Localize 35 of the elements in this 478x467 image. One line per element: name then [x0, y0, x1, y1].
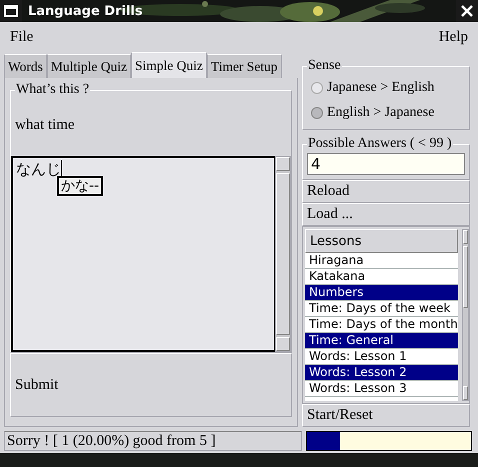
submit-button[interactable]: Submit: [10, 353, 292, 417]
lesson-item[interactable]: Time: Days of the week: [305, 301, 458, 317]
radio-label: English > Japanese: [327, 104, 434, 120]
lesson-item[interactable]: Time: General: [305, 333, 458, 349]
tab[interactable]: Timer Setup: [206, 54, 282, 78]
question-text: what time: [14, 116, 76, 135]
answers-count-field[interactable]: 4: [307, 153, 465, 175]
close-icon[interactable]: [461, 5, 473, 17]
list-header: Lessons: [305, 229, 458, 253]
lesson-item[interactable]: Words: Lesson 2: [305, 365, 458, 381]
lesson-item[interactable]: Numbers: [305, 285, 458, 301]
status-text: Sorry ! [ 1 (20.00%) good from 5 ]: [4, 431, 302, 451]
answer-field[interactable]: なんじ かな--: [11, 156, 275, 352]
radio-button[interactable]: [311, 106, 323, 118]
ime-candidate: かな--: [57, 176, 104, 196]
lesson-item[interactable]: Time: Days of the month: [305, 317, 458, 333]
window-title: Language Drills: [28, 4, 143, 18]
tab[interactable]: Words: [4, 54, 47, 78]
scrollbar[interactable]: [462, 229, 469, 401]
scrollbar[interactable]: [275, 156, 291, 352]
lesson-item[interactable]: Words: Lesson 1: [305, 349, 458, 365]
menu-item[interactable]: Help: [438, 28, 468, 46]
radio-button[interactable]: [311, 82, 323, 94]
side-button[interactable]: Reload: [302, 180, 470, 203]
side-button[interactable]: Load ...: [302, 203, 470, 226]
window-icon[interactable]: [4, 5, 18, 17]
lesson-item[interactable]: Hiragana: [305, 253, 458, 269]
radio-label: Japanese > English: [327, 80, 434, 96]
lesson-item[interactable]: Words: Lesson 3: [305, 381, 458, 397]
tab[interactable]: Simple Quiz: [131, 52, 207, 78]
group-title: Possible Answers ( < 99 ): [307, 136, 453, 152]
start-reset-button[interactable]: Start/Reset: [302, 404, 470, 427]
menu-item[interactable]: File: [10, 28, 34, 46]
tab[interactable]: Multiple Quiz: [46, 54, 132, 78]
lesson-item[interactable]: Katakana: [305, 269, 458, 285]
